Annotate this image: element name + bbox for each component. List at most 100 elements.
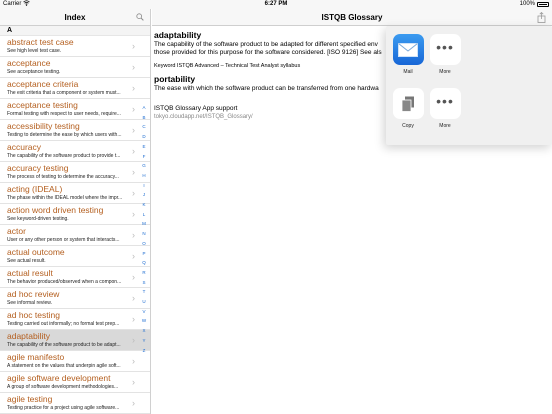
index-letter[interactable]: D xyxy=(142,132,145,142)
share-mail-button[interactable]: Mail xyxy=(391,34,425,75)
chevron-right-icon: › xyxy=(132,293,135,303)
list-item[interactable]: accessibility testing Testing to determin… xyxy=(0,120,150,141)
index-letter[interactable]: I xyxy=(143,181,144,191)
list-item[interactable]: ad hoc review See informal review. › xyxy=(0,288,150,309)
index-letter[interactable]: T xyxy=(143,287,146,297)
list-item[interactable]: action word driven testing See keyword-dr… xyxy=(0,204,150,225)
index-letter[interactable]: X xyxy=(142,326,145,336)
detail-navbar: ISTQB Glossary xyxy=(152,9,552,26)
term-definition: The process of testing to determine the … xyxy=(7,174,119,180)
alphabet-index[interactable]: ABCDEFGHIJKLMNOPQRSTUVWXYZ xyxy=(139,103,149,355)
list-item[interactable]: actor User or any other person or system … xyxy=(0,225,150,246)
list-item[interactable]: acceptance See acceptance testing. › xyxy=(0,57,150,78)
term-title: acting (IDEAL) xyxy=(7,184,63,194)
term-definition: A group of software development methodol… xyxy=(7,384,119,390)
index-letter[interactable]: M xyxy=(142,219,146,229)
term-title: acceptance criteria xyxy=(7,79,79,89)
chevron-right-icon: › xyxy=(132,398,135,408)
battery-percentage: 100% xyxy=(519,1,535,7)
index-letter[interactable]: K xyxy=(142,200,145,210)
list-item[interactable]: agile software development A group of sof… xyxy=(0,372,150,393)
index-letter[interactable]: C xyxy=(142,122,145,132)
term-definition: A statement on the values that underpin … xyxy=(7,363,121,369)
term-title: agile testing xyxy=(7,394,53,404)
index-navbar: Index xyxy=(0,9,150,26)
index-letter[interactable]: R xyxy=(142,268,145,278)
index-letter[interactable]: N xyxy=(142,229,145,239)
term-definition: See high level test case. xyxy=(7,48,62,54)
list-item[interactable]: accuracy testing The process of testing t… xyxy=(0,162,150,183)
term-definition: Formal testing with respect to user need… xyxy=(7,111,121,117)
list-item[interactable]: abstract test case See high level test ca… xyxy=(0,36,150,57)
list-item[interactable]: agile manifesto A statement on the values… xyxy=(0,351,150,372)
index-letter[interactable]: Y xyxy=(142,336,145,346)
search-icon[interactable] xyxy=(136,13,144,21)
term-title: adaptability xyxy=(7,331,51,341)
index-letter[interactable]: L xyxy=(143,210,146,220)
term-title: abstract test case xyxy=(7,37,74,47)
chevron-right-icon: › xyxy=(132,335,135,345)
term-title: acceptance xyxy=(7,58,51,68)
list-item[interactable]: actual outcome See actual result. › xyxy=(0,246,150,267)
index-letter[interactable]: H xyxy=(142,171,145,181)
list-item[interactable]: acceptance testing Formal testing with re… xyxy=(0,99,150,120)
list-item[interactable]: acceptance criteria The exit criteria tha… xyxy=(0,78,150,99)
action-copy-button[interactable]: Copy xyxy=(391,88,425,129)
index-letter[interactable]: Z xyxy=(143,346,146,356)
chevron-right-icon: › xyxy=(132,83,135,93)
chevron-right-icon: › xyxy=(132,167,135,177)
index-letter[interactable]: Q xyxy=(142,258,146,268)
list-item[interactable]: acting (IDEAL) The phase within the IDEAL… xyxy=(0,183,150,204)
term-title: action word driven testing xyxy=(7,205,104,215)
share-more-label: More xyxy=(439,69,451,75)
term-definition: The capability of the software product t… xyxy=(7,342,121,348)
action-copy-label: Copy xyxy=(402,123,414,129)
index-letter[interactable]: A xyxy=(142,103,145,113)
term-definition: The behavior produced/observed when a co… xyxy=(7,279,122,285)
index-letter[interactable]: J xyxy=(143,190,145,200)
chevron-right-icon: › xyxy=(132,314,135,324)
index-letter[interactable]: E xyxy=(142,142,145,152)
share-icon[interactable] xyxy=(537,12,546,23)
share-mail-label: Mail xyxy=(403,69,413,75)
share-more-button[interactable]: ••• More xyxy=(428,34,462,75)
list-item[interactable]: adaptability The capability of the softwa… xyxy=(0,330,150,351)
copy-icon xyxy=(392,88,424,119)
list-item[interactable]: accuracy The capability of the software p… xyxy=(0,141,150,162)
term-title: actual result xyxy=(7,268,53,278)
chevron-right-icon: › xyxy=(132,104,135,114)
term-title: agile manifesto xyxy=(7,352,65,362)
chevron-right-icon: › xyxy=(132,251,135,261)
term-definition: Testing carried out informally; no forma… xyxy=(7,321,120,327)
more-icon: ••• xyxy=(429,34,461,65)
term-definition: The capability of the software product t… xyxy=(7,153,121,159)
term-title: agile software development xyxy=(7,373,111,383)
index-letter[interactable]: V xyxy=(142,307,145,317)
index-letter[interactable]: S xyxy=(142,278,145,288)
status-bar: Carrier 6:27 PM 100% xyxy=(0,0,552,9)
action-more-button[interactable]: ••• More xyxy=(428,88,462,129)
term-definition: See informal review. xyxy=(7,300,53,306)
term-title: actor xyxy=(7,226,26,236)
chevron-right-icon: › xyxy=(132,41,135,51)
index-letter[interactable]: W xyxy=(142,316,146,326)
chevron-right-icon: › xyxy=(132,230,135,240)
list-item[interactable]: actual result The behavior produced/obser… xyxy=(0,267,150,288)
term-definition: The exit criteria that a component or sy… xyxy=(7,90,121,96)
term-definition: See actual result. xyxy=(7,258,46,264)
index-title: Index xyxy=(64,13,86,22)
term-definition: Testing to determine the ease by which u… xyxy=(7,132,122,138)
chevron-right-icon: › xyxy=(132,125,135,135)
index-letter[interactable]: U xyxy=(142,297,145,307)
list-item[interactable]: agile testing Testing practice for a proj… xyxy=(0,393,150,414)
index-letter[interactable]: P xyxy=(142,249,145,259)
index-letter[interactable]: B xyxy=(142,113,145,123)
index-letter[interactable]: G xyxy=(142,161,146,171)
share-sheet: Mail ••• More Copy ••• More xyxy=(386,26,552,145)
index-pane: Index A abstract test case See high level… xyxy=(0,9,151,414)
list-item[interactable]: ad hoc testing Testing carried out inform… xyxy=(0,309,150,330)
index-letter[interactable]: O xyxy=(142,239,146,249)
chevron-right-icon: › xyxy=(132,62,135,72)
term-definition: The phase within the IDEAL model where t… xyxy=(7,195,123,201)
index-letter[interactable]: F xyxy=(143,152,146,162)
